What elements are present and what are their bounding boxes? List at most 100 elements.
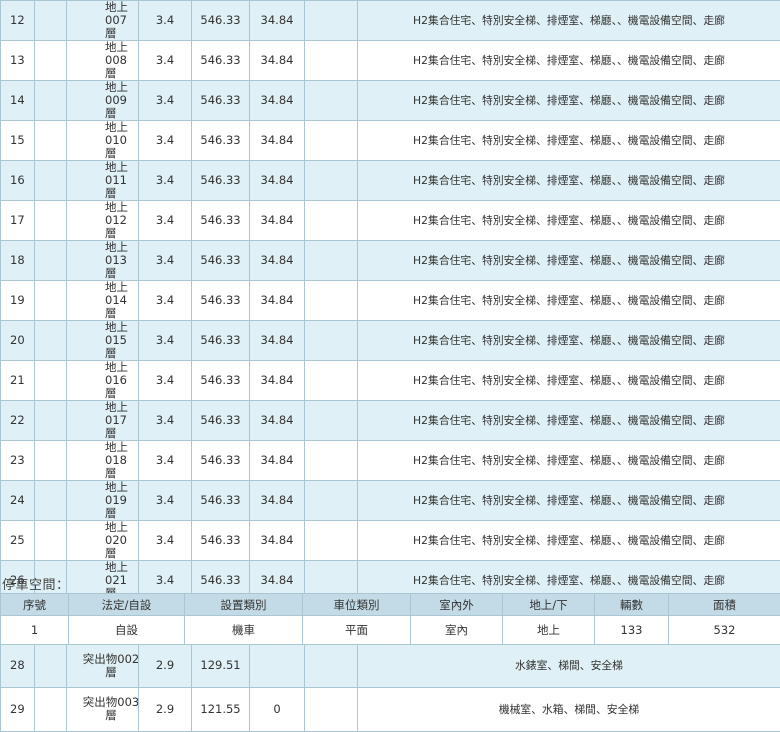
- table-row: 18地上013層3.4546.3334.84H2集合住宅、特別安全梯、排煙室、梯…: [1, 241, 780, 281]
- floor-blank2-cell: [305, 161, 358, 201]
- floor-name-text: 突出物002層: [81, 653, 139, 679]
- floor-blank2-cell: [305, 321, 358, 361]
- floor-seq-cell: 19: [1, 281, 35, 321]
- floor-blank2-cell: [305, 521, 358, 561]
- floor-area-cell: 546.33: [192, 1, 250, 41]
- table-row: 13地上008層3.4546.3334.84H2集合住宅、特別安全梯、排煙室、梯…: [1, 41, 780, 81]
- parking-col-header: 室內外: [411, 594, 503, 616]
- floor-name-cell: 地上010層: [67, 121, 139, 161]
- floor-name-cell: 地上014層: [67, 281, 139, 321]
- floor-area-cell: 546.33: [192, 321, 250, 361]
- floor-blank-cell: [35, 321, 67, 361]
- floor-area-cell: 546.33: [192, 441, 250, 481]
- floor-ratio-cell: 34.84: [250, 321, 305, 361]
- floor-area-cell: 129.51: [192, 644, 250, 688]
- floor-ratio-cell: 34.84: [250, 201, 305, 241]
- floor-height-cell: 3.4: [139, 41, 192, 81]
- floor-seq-cell: 16: [1, 161, 35, 201]
- floor-height-cell: 3.4: [139, 321, 192, 361]
- floor-blank-cell: [35, 41, 67, 81]
- floor-blank2-cell: [305, 401, 358, 441]
- floor-area-cell: 546.33: [192, 201, 250, 241]
- floor-ratio-cell: 34.84: [250, 1, 305, 41]
- floor-use-cell: H2集合住宅、特別安全梯、排煙室、梯廳、、機電設備空間、走廊: [358, 321, 780, 361]
- table-row: 23地上018層3.4546.3334.84H2集合住宅、特別安全梯、排煙室、梯…: [1, 441, 780, 481]
- floor-area-cell: 546.33: [192, 481, 250, 521]
- floor-seq-cell: 24: [1, 481, 35, 521]
- floor-use-cell: H2集合住宅、特別安全梯、排煙室、梯廳、、機電設備空間、走廊: [358, 41, 780, 81]
- floor-use-cell: 水錶室、梯間、安全梯: [358, 644, 780, 688]
- floor-height-cell: 3.4: [139, 441, 192, 481]
- table-row: 20地上015層3.4546.3334.84H2集合住宅、特別安全梯、排煙室、梯…: [1, 321, 780, 361]
- table-row: 15地上010層3.4546.3334.84H2集合住宅、特別安全梯、排煙室、梯…: [1, 121, 780, 161]
- floor-blank-cell: [35, 241, 67, 281]
- floor-height-cell: 3.4: [139, 201, 192, 241]
- floor-seq-cell: 15: [1, 121, 35, 161]
- table-row: 29突出物003層2.9121.550機械室、水箱、梯間、安全梯: [1, 688, 780, 732]
- floor-blank-cell: [35, 161, 67, 201]
- floor-seq-cell: 21: [1, 361, 35, 401]
- floor-height-cell: 3.4: [139, 241, 192, 281]
- floor-ratio-cell: 34.84: [250, 281, 305, 321]
- table-row: 25地上020層3.4546.3334.84H2集合住宅、特別安全梯、排煙室、梯…: [1, 521, 780, 561]
- floor-blank2-cell: [305, 481, 358, 521]
- floor-area-cell: 121.55: [192, 688, 250, 732]
- floor-area-cell: 546.33: [192, 41, 250, 81]
- floor-seq-cell: 25: [1, 521, 35, 561]
- parking-col-header: 輛數: [595, 594, 669, 616]
- floor-blank-cell: [35, 481, 67, 521]
- floor-area-cell: 546.33: [192, 121, 250, 161]
- parking-col-header: 地上/下: [503, 594, 595, 616]
- floor-use-cell: H2集合住宅、特別安全梯、排煙室、梯廳、、機電設備空間、走廊: [358, 521, 780, 561]
- floor-ratio-cell: 34.84: [250, 481, 305, 521]
- floor-use-cell: H2集合住宅、特別安全梯、排煙室、梯廳、、機電設備空間、走廊: [358, 481, 780, 521]
- parking-col-header: 設置類別: [185, 594, 303, 616]
- floor-height-cell: 3.4: [139, 161, 192, 201]
- floor-seq-cell: 12: [1, 1, 35, 41]
- floor-height-cell: 2.9: [139, 688, 192, 732]
- parking-col-header: 序號: [1, 594, 69, 616]
- floor-area-cell: 546.33: [192, 161, 250, 201]
- floor-blank-cell: [35, 688, 67, 732]
- floor-use-cell: H2集合住宅、特別安全梯、排煙室、梯廳、、機電設備空間、走廊: [358, 201, 780, 241]
- parking-section-title: 停車空間：: [2, 574, 70, 593]
- floor-ratio-cell: 34.84: [250, 81, 305, 121]
- parking-cell: 532: [669, 616, 780, 645]
- floor-name-cell: 地上012層: [67, 201, 139, 241]
- floor-ratio-cell: 34.84: [250, 361, 305, 401]
- parking-cell: 室內: [411, 616, 503, 645]
- floor-ratio-cell: [250, 644, 305, 688]
- table-row: 19地上014層3.4546.3334.84H2集合住宅、特別安全梯、排煙室、梯…: [1, 281, 780, 321]
- table-row: 16地上011層3.4546.3334.84H2集合住宅、特別安全梯、排煙室、梯…: [1, 161, 780, 201]
- floor-seq-cell: 23: [1, 441, 35, 481]
- parking-col-header: 面積: [669, 594, 780, 616]
- floor-ratio-cell: 34.84: [250, 401, 305, 441]
- floor-name-cell: 地上009層: [67, 81, 139, 121]
- floor-blank2-cell: [305, 644, 358, 688]
- floor-blank2-cell: [305, 241, 358, 281]
- floor-blank2-cell: [305, 81, 358, 121]
- floor-use-cell: H2集合住宅、特別安全梯、排煙室、梯廳、、機電設備空間、走廊: [358, 121, 780, 161]
- floor-blank2-cell: [305, 441, 358, 481]
- floor-blank-cell: [35, 401, 67, 441]
- floor-seq-cell: 29: [1, 688, 35, 732]
- table-row: 14地上009層3.4546.3334.84H2集合住宅、特別安全梯、排煙室、梯…: [1, 81, 780, 121]
- floor-seq-cell: 22: [1, 401, 35, 441]
- floor-name-cell: 地上007層: [67, 1, 139, 41]
- floor-blank-cell: [35, 201, 67, 241]
- floor-name-cell: 地上020層: [67, 521, 139, 561]
- floor-blank2-cell: [305, 41, 358, 81]
- floor-name-cell: 地上019層: [67, 481, 139, 521]
- floor-ratio-cell: 34.84: [250, 161, 305, 201]
- floor-ratio-cell: 34.84: [250, 521, 305, 561]
- floor-height-cell: 3.4: [139, 361, 192, 401]
- floor-seq-cell: 17: [1, 201, 35, 241]
- floor-blank-cell: [35, 1, 67, 41]
- floor-use-cell: 機械室、水箱、梯間、安全梯: [358, 688, 780, 732]
- floor-use-cell: H2集合住宅、特別安全梯、排煙室、梯廳、、機電設備空間、走廊: [358, 1, 780, 41]
- floor-use-cell: H2集合住宅、特別安全梯、排煙室、梯廳、、機電設備空間、走廊: [358, 161, 780, 201]
- floor-blank2-cell: [305, 1, 358, 41]
- table-row: 22地上017層3.4546.3334.84H2集合住宅、特別安全梯、排煙室、梯…: [1, 401, 780, 441]
- table-row: 28突出物002層2.9129.51水錶室、梯間、安全梯: [1, 644, 780, 688]
- floor-area-cell: 546.33: [192, 361, 250, 401]
